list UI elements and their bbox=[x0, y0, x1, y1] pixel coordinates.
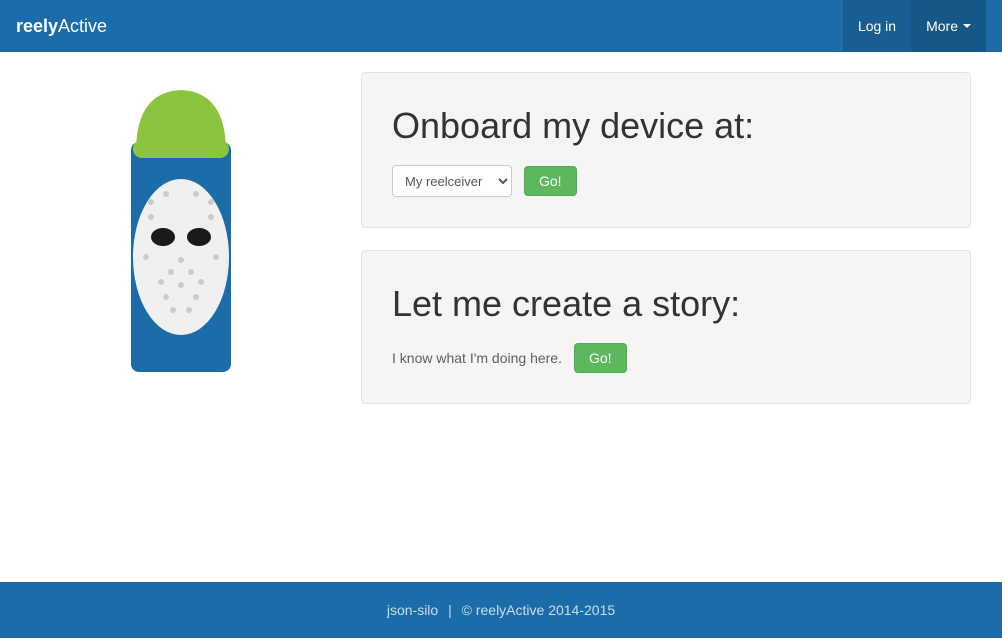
brand-rest: Active bbox=[58, 16, 107, 36]
footer-right: © reelyActive 2014-2015 bbox=[462, 602, 616, 618]
onboard-body: My reelceiver Go! bbox=[392, 165, 940, 197]
chevron-down-icon bbox=[963, 24, 971, 28]
story-body: I know what I'm doing here. Go! bbox=[392, 343, 940, 373]
reelceiver-select[interactable]: My reelceiver bbox=[392, 165, 512, 197]
brand-bold: reely bbox=[16, 16, 58, 36]
onboard-panel: Onboard my device at: My reelceiver Go! bbox=[361, 72, 971, 228]
login-link[interactable]: Log in bbox=[843, 0, 911, 52]
panels-column: Onboard my device at: My reelceiver Go! … bbox=[361, 72, 971, 404]
navbar: reelyActive Log in More bbox=[0, 0, 1002, 52]
brand[interactable]: reelyActive bbox=[16, 16, 107, 37]
footer-left[interactable]: json-silo bbox=[387, 602, 438, 618]
footer-separator: | bbox=[448, 602, 452, 618]
mascot-column bbox=[31, 72, 331, 404]
story-go-button[interactable]: Go! bbox=[574, 343, 627, 373]
main-container: Onboard my device at: My reelceiver Go! … bbox=[16, 52, 986, 404]
story-text: I know what I'm doing here. bbox=[392, 350, 562, 366]
story-title: Let me create a story: bbox=[392, 283, 940, 325]
login-label: Log in bbox=[858, 18, 896, 34]
more-label: More bbox=[926, 18, 958, 34]
story-panel: Let me create a story: I know what I'm d… bbox=[361, 250, 971, 404]
footer: json-silo | © reelyActive 2014-2015 bbox=[0, 582, 1002, 638]
navbar-right: Log in More bbox=[843, 0, 986, 52]
more-dropdown[interactable]: More bbox=[911, 0, 986, 52]
onboard-go-button[interactable]: Go! bbox=[524, 166, 577, 196]
onboard-title: Onboard my device at: bbox=[392, 105, 940, 147]
mascot-icon bbox=[111, 82, 251, 372]
